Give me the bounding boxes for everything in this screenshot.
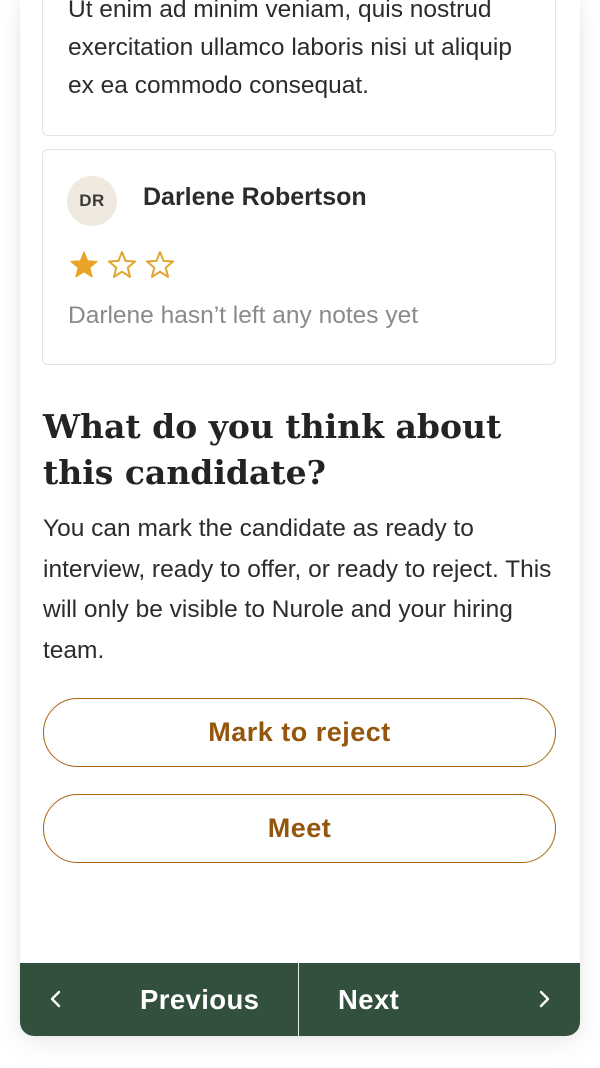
avatar: DR xyxy=(67,176,117,226)
reviewer-note: Darlene hasn’t left any notes yet xyxy=(68,302,419,329)
bottom-navigation: Previous Next xyxy=(20,963,580,1036)
star-icon xyxy=(70,251,98,278)
meet-button[interactable]: Meet xyxy=(43,794,556,863)
chevron-right-icon xyxy=(539,990,550,1008)
star-icon xyxy=(145,251,175,278)
note-card: Ut enim ad minim veniam, quis nostrud ex… xyxy=(42,0,556,136)
candidate-review-panel: Ut enim ad minim veniam, quis nostrud ex… xyxy=(20,0,580,1036)
feedback-question: What do you think about this candidate? xyxy=(43,407,502,492)
reviewer-name: Darlene Robertson xyxy=(143,183,367,211)
note-text: Ut enim ad minim veniam, quis nostrud ex… xyxy=(68,0,512,99)
previous-button[interactable]: Previous xyxy=(20,963,299,1036)
note-card: DR Darlene Robertson Darlene hasn’t left… xyxy=(42,149,556,365)
previous-label: Previous xyxy=(140,984,260,1015)
next-button[interactable]: Next xyxy=(299,963,580,1036)
star-icon xyxy=(107,251,137,278)
star-rating xyxy=(69,250,175,280)
feedback-description: You can mark the candidate as ready to i… xyxy=(43,515,552,664)
next-label: Next xyxy=(338,984,400,1015)
chevron-left-icon xyxy=(50,990,61,1008)
mark-to-reject-button[interactable]: Mark to reject xyxy=(43,698,556,767)
